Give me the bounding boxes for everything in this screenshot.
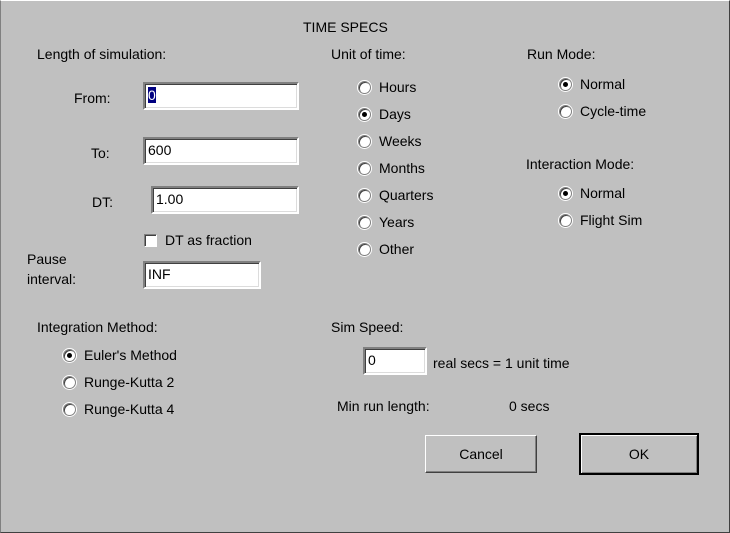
- dt-fraction-checkbox[interactable]: DT as fraction: [144, 232, 252, 248]
- radio-cycle-time[interactable]: Cycle-time: [559, 103, 646, 119]
- dt-label: DT:: [92, 194, 113, 210]
- pause-label-line2: interval:: [27, 271, 77, 287]
- radio-circle: [358, 80, 371, 94]
- time-specs-dialog: TIME SPECS Length of simulation: From: 0…: [0, 0, 730, 533]
- radio-run-normal[interactable]: Normal: [559, 76, 625, 92]
- ok-button[interactable]: OK: [579, 433, 699, 475]
- radio-runge-kutta-4[interactable]: Runge-Kutta 4: [63, 401, 174, 417]
- from-label: From:: [74, 90, 111, 106]
- dt-fraction-label: DT as fraction: [165, 232, 252, 248]
- pause-label-line1: Pause: [27, 251, 67, 267]
- radio-label: Hours: [379, 79, 417, 95]
- radio-label: Years: [379, 214, 415, 230]
- radio-label: Weeks: [379, 133, 422, 149]
- integration-heading: Integration Method:: [37, 319, 158, 335]
- from-field[interactable]: 0: [143, 82, 299, 110]
- radio-circle: [559, 186, 572, 200]
- radio-days[interactable]: Days: [358, 106, 411, 122]
- radio-label: Euler's Method: [84, 347, 177, 363]
- radio-label: Normal: [580, 76, 626, 92]
- radio-hours[interactable]: Hours: [358, 79, 416, 95]
- radio-label: Days: [379, 106, 411, 122]
- sim-speed-suffix: real secs = 1 unit time: [433, 355, 570, 371]
- radio-circle: [559, 104, 572, 118]
- min-run-length-label: Min run length:: [337, 398, 430, 414]
- radio-label: Normal: [580, 185, 626, 201]
- radio-label: Runge-Kutta 4: [84, 401, 175, 417]
- radio-runge-kutta-2[interactable]: Runge-Kutta 2: [63, 374, 174, 390]
- interaction-mode-heading: Interaction Mode:: [526, 156, 635, 172]
- radio-label: Months: [379, 160, 425, 176]
- sim-speed-field[interactable]: 0: [363, 347, 427, 375]
- radio-circle: [559, 213, 572, 227]
- radio-label: Runge-Kutta 2: [84, 374, 175, 390]
- radio-flight-sim[interactable]: Flight Sim: [559, 212, 642, 228]
- radio-label: Flight Sim: [580, 212, 643, 228]
- radio-circle: [63, 348, 76, 362]
- radio-circle: [63, 402, 76, 416]
- dialog-title: TIME SPECS: [303, 19, 388, 35]
- sim-speed-heading: Sim Speed:: [331, 319, 404, 335]
- radio-months[interactable]: Months: [358, 160, 425, 176]
- radio-other[interactable]: Other: [358, 241, 414, 257]
- to-label: To:: [91, 145, 110, 161]
- radio-circle: [358, 188, 371, 202]
- radio-circle: [63, 375, 76, 389]
- radio-quarters[interactable]: Quarters: [358, 187, 433, 203]
- radio-circle: [358, 161, 371, 175]
- length-heading: Length of simulation:: [37, 46, 167, 62]
- to-field[interactable]: 600: [143, 137, 299, 165]
- radio-label: Quarters: [379, 187, 434, 203]
- pause-interval-field[interactable]: INF: [143, 261, 261, 289]
- radio-circle: [358, 107, 371, 121]
- radio-circle: [358, 215, 371, 229]
- radio-label: Cycle-time: [580, 103, 647, 119]
- dt-field[interactable]: 1.00: [151, 186, 299, 214]
- radio-euler[interactable]: Euler's Method: [63, 347, 177, 363]
- unit-of-time-heading: Unit of time:: [331, 46, 406, 62]
- radio-interaction-normal[interactable]: Normal: [559, 185, 625, 201]
- min-run-length-value: 0 secs: [509, 398, 550, 414]
- dt-fraction-check: [144, 233, 157, 247]
- radio-circle: [559, 77, 572, 91]
- radio-circle: [358, 242, 371, 256]
- cancel-button[interactable]: Cancel: [425, 435, 537, 473]
- radio-weeks[interactable]: Weeks: [358, 133, 422, 149]
- from-value: 0: [148, 87, 156, 103]
- radio-label: Other: [379, 241, 415, 257]
- radio-circle: [358, 134, 371, 148]
- radio-years[interactable]: Years: [358, 214, 414, 230]
- run-mode-heading: Run Mode:: [527, 46, 596, 62]
